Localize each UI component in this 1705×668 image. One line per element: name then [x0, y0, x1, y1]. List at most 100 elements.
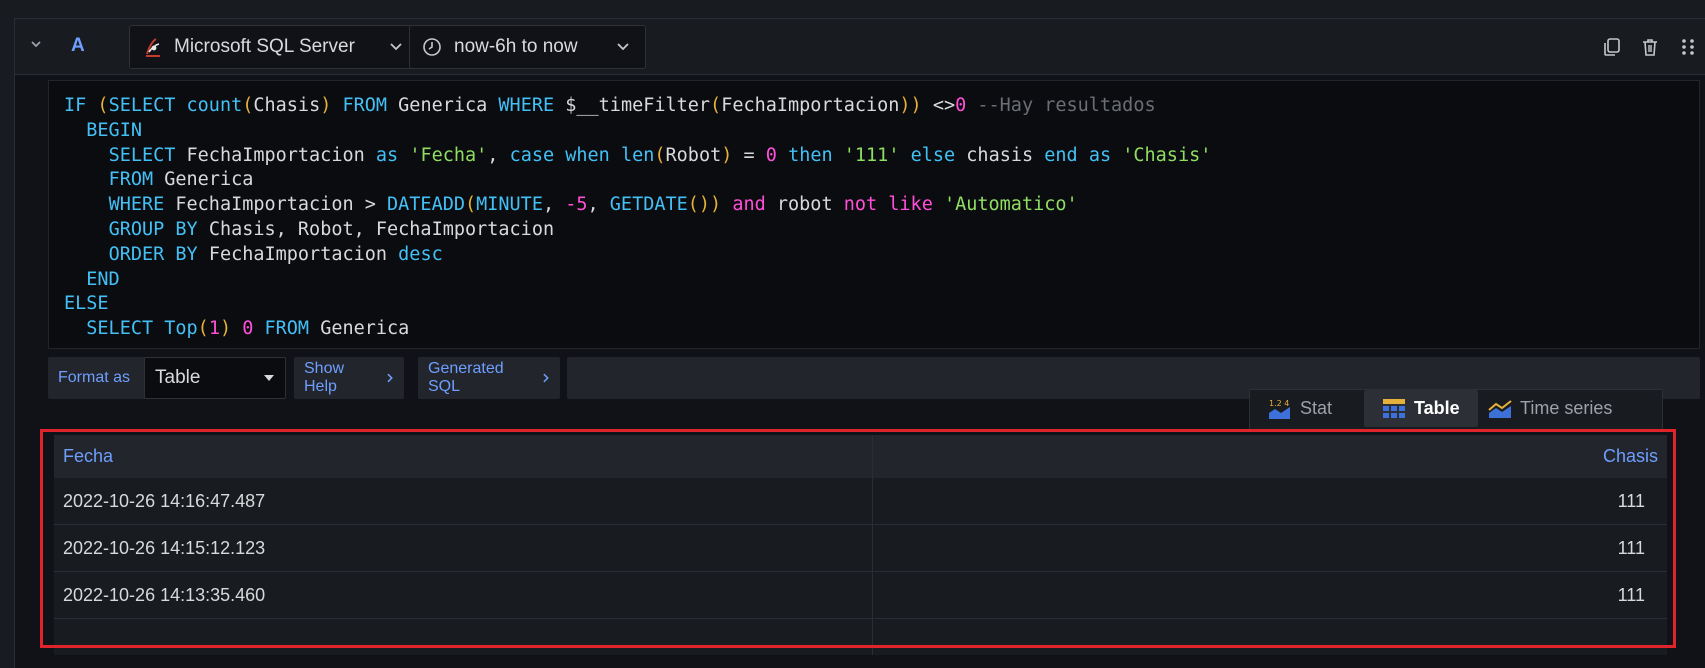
viz-table-label: Table [1414, 398, 1460, 418]
stat-icon: 1.2 4 [1269, 399, 1290, 419]
code-token: END [86, 268, 120, 290]
query-ref-id[interactable]: A [71, 35, 85, 57]
datasource-picker[interactable]: Microsoft SQL Server [129, 25, 419, 69]
time-series-icon [1488, 399, 1512, 418]
chevron-down-icon [390, 43, 402, 51]
trash-icon[interactable] [1640, 37, 1660, 57]
code-token: ( [654, 144, 666, 166]
code-token: and [721, 194, 777, 216]
column-header-fecha[interactable]: Fecha [63, 435, 113, 478]
code-token: GETDATE [609, 194, 688, 216]
format-as-select[interactable]: Table [144, 357, 286, 399]
code-token: 'Automatico' [943, 194, 1078, 216]
viz-option-stat[interactable]: 1.2 4 Stat [1268, 390, 1356, 427]
table-cell-fecha: 2022-10-26 14:15:12.123 [63, 538, 266, 558]
caret-down-icon [264, 375, 274, 381]
code-token: <> [921, 95, 956, 116]
table-cell-fecha: 2022-10-26 14:16:47.487 [63, 491, 266, 511]
code-token: count [186, 95, 243, 116]
column-divider[interactable] [872, 435, 873, 655]
show-help-label: Show Help [304, 360, 345, 395]
code-line: ELSE [64, 292, 1699, 317]
viz-option-time-series[interactable]: Time series [1488, 390, 1658, 427]
query-row-header: A Microsoft SQL Server now-6h to now [15, 19, 1705, 75]
code-token: len [620, 144, 655, 166]
sql-code-editor[interactable]: IF (SELECT count(Chasis) FROM Generica W… [48, 80, 1700, 349]
code-token: , [587, 194, 610, 216]
code-token: ()) [687, 194, 722, 216]
time-range-picker[interactable]: now-6h to now [409, 25, 646, 69]
format-as-value: Table [155, 367, 201, 388]
code-token: IF [64, 95, 98, 116]
code-token: ( [710, 95, 722, 116]
code-token: ORDER BY [108, 243, 209, 265]
mssql-icon [146, 38, 160, 57]
code-token: '111' [843, 144, 900, 166]
clock-icon [423, 38, 441, 56]
code-line: END [64, 268, 1699, 293]
table-cell-fecha: 2022-10-26 14:13:35.460 [63, 585, 266, 605]
code-token: end [1044, 144, 1089, 166]
datasource-name: Microsoft SQL Server [174, 36, 355, 57]
code-token: ) [219, 318, 232, 340]
column-header-chasis[interactable]: Chasis [1603, 435, 1658, 478]
code-token: 'Fecha' [409, 144, 488, 166]
code-line: ORDER BY FechaImportacion desc [64, 243, 1699, 268]
code-token: ( [197, 318, 209, 340]
code-token: Chasis, Robot, FechaImportacion [208, 218, 555, 240]
table-cell-chasis: 111 [1617, 538, 1645, 558]
code-token: MINUTE [476, 194, 543, 216]
viz-time-series-label: Time series [1520, 398, 1613, 418]
code-token: not [843, 194, 889, 216]
code-token: Generica [398, 95, 499, 116]
code-token: Robot [665, 144, 722, 166]
duplicate-icon[interactable] [1602, 37, 1622, 57]
table-icon [1383, 398, 1405, 418]
code-token: Generica [164, 169, 254, 191]
code-token: ) [721, 144, 733, 166]
code-token: 0 [765, 144, 777, 166]
code-token: FROM [253, 318, 321, 340]
code-token: FechaImportacion > [175, 194, 388, 216]
viz-stat-label: Stat [1300, 398, 1333, 418]
code-line: SELECT FechaImportacion as 'Fecha', case… [64, 144, 1699, 169]
show-help-button[interactable]: Show Help [294, 357, 404, 399]
code-token: , [487, 144, 510, 166]
generated-sql-button[interactable]: Generated SQL [418, 357, 560, 399]
time-range-label: now-6h to now [454, 36, 578, 57]
table-cell-chasis: 111 [1617, 491, 1645, 511]
code-token: ELSE [64, 293, 109, 315]
code-token: FechaImportacion [721, 95, 900, 116]
chevron-down-icon [617, 43, 629, 51]
code-token: )) [899, 95, 922, 116]
drag-handle-icon[interactable] [1678, 37, 1698, 57]
code-token: BEGIN [86, 119, 142, 141]
code-token: chasis [966, 144, 1045, 166]
code-token: --Hay resultados [966, 95, 1156, 116]
code-token: 'Chasis' [1122, 144, 1212, 166]
code-token: , [542, 194, 566, 216]
code-token: ( [242, 95, 254, 116]
table-row: 2022-10-26 14:13:35.460 111 [54, 572, 1667, 619]
code-token: WHERE [108, 194, 176, 216]
code-token: FROM [331, 95, 399, 116]
code-token: ) [320, 95, 332, 116]
table-row: 2022-10-26 14:15:12.123 111 [54, 525, 1667, 572]
code-token: FechaImportacion [208, 243, 399, 265]
code-token: ( [97, 95, 109, 116]
generated-sql-label: Generated SQL [428, 360, 504, 395]
chevron-down-icon[interactable] [29, 37, 43, 51]
viz-option-table[interactable]: Table [1364, 390, 1478, 427]
table-header: Fecha Chasis [54, 435, 1667, 478]
code-token: else [899, 144, 967, 166]
code-token: SELECT [86, 318, 165, 340]
code-token: SELECT [108, 95, 187, 116]
code-token: DATEADD [387, 194, 465, 216]
